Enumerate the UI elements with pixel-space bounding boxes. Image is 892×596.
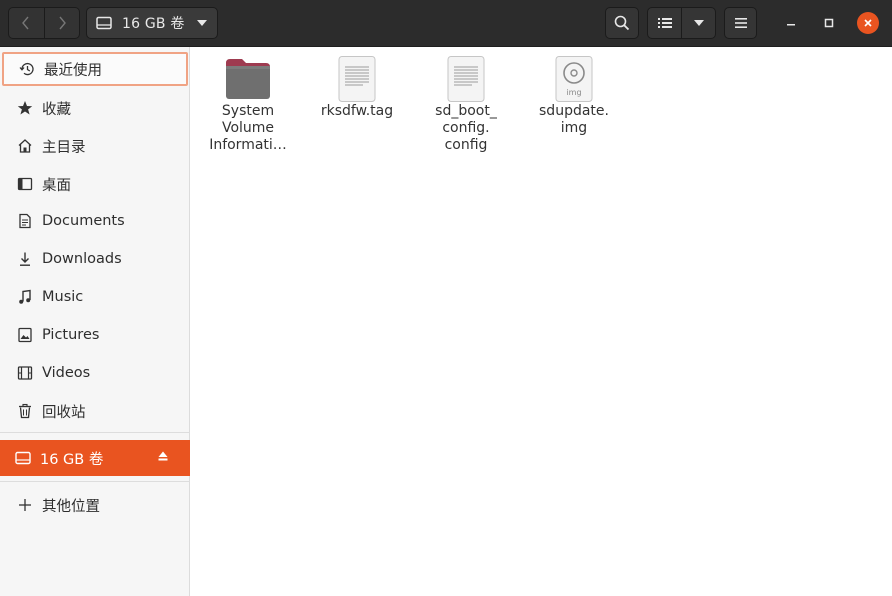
caret-down-icon <box>693 20 704 26</box>
sidebar-item-label: 16 GB 卷 <box>40 451 104 468</box>
file-name: System Volume Informati… <box>209 103 287 153</box>
sidebar-item-documents[interactable]: Documents <box>2 204 188 238</box>
text-file-icon <box>338 56 376 102</box>
search-button[interactable] <box>605 7 639 39</box>
sidebar-item-label: 回收站 <box>42 404 86 421</box>
sidebar-divider <box>0 432 190 433</box>
file-name: sdupdate. img <box>539 103 609 136</box>
file-name: rksdfw.tag <box>320 103 394 119</box>
pictures-icon <box>16 326 34 344</box>
caret-down-icon <box>197 20 207 26</box>
sidebar-item-desktop[interactable]: 桌面 <box>2 167 188 201</box>
star-icon <box>16 99 34 117</box>
sidebar-item-label: 桌面 <box>42 177 71 194</box>
sidebar-item-label: Music <box>42 289 84 305</box>
plus-icon <box>16 496 34 514</box>
file-name: sd_boot_ config. config <box>435 103 497 153</box>
header-bar: 16 GB 卷 <box>0 0 892 47</box>
recent-icon <box>18 60 36 78</box>
sidebar-item-music[interactable]: Music <box>2 280 188 314</box>
list-view-icon <box>657 18 672 28</box>
desktop-icon <box>16 175 34 193</box>
drive-icon <box>14 449 32 467</box>
eject-icon[interactable] <box>158 451 168 461</box>
main-menu-button[interactable] <box>724 7 757 39</box>
file-item[interactable]: img sdupdate. img <box>519 55 629 137</box>
path-bar-button[interactable]: 16 GB 卷 <box>86 7 218 39</box>
sidebar-item-label: 主目录 <box>42 139 86 156</box>
music-icon <box>16 288 34 306</box>
sidebar-item-label: Documents <box>42 213 125 229</box>
img-badge: img <box>566 88 581 97</box>
file-item[interactable]: sd_boot_ config. config <box>411 55 521 154</box>
sidebar-item-starred[interactable]: 收藏 <box>2 91 188 125</box>
disk-image-icon: img <box>555 56 593 102</box>
close-button[interactable] <box>857 12 879 34</box>
sidebar-divider <box>0 481 190 482</box>
documents-icon <box>16 212 34 230</box>
sidebar-item-downloads[interactable]: Downloads <box>2 242 188 276</box>
text-file-icon <box>447 56 485 102</box>
list-view-button[interactable] <box>648 8 681 38</box>
view-options-button[interactable] <box>681 8 715 38</box>
hamburger-menu-icon <box>734 18 747 28</box>
sidebar-item-other-locations[interactable]: 其他位置 <box>2 488 188 522</box>
drive-icon <box>96 16 112 30</box>
back-button[interactable] <box>9 8 44 38</box>
sidebar-item-videos[interactable]: Videos <box>2 356 188 390</box>
close-icon <box>864 19 872 27</box>
sidebar-item-label: Videos <box>42 365 91 381</box>
videos-icon <box>16 364 34 382</box>
sidebar-item-label: 其他位置 <box>42 498 100 515</box>
sidebar-item-home[interactable]: 主目录 <box>2 129 188 163</box>
sidebar-item-label: 最近使用 <box>44 62 102 79</box>
maximize-icon <box>824 18 834 28</box>
home-icon <box>16 137 34 155</box>
minimize-button[interactable] <box>780 12 802 34</box>
sidebar-item-recent[interactable]: 最近使用 <box>2 52 188 86</box>
trash-icon <box>16 402 34 420</box>
search-icon <box>614 15 630 31</box>
sidebar-item-label: 收藏 <box>42 101 71 118</box>
file-view: System Volume Informati… rksdfw.tag sd_b… <box>191 47 892 596</box>
navigation-buttons <box>8 7 80 39</box>
view-toggle-group <box>647 7 716 39</box>
sidebar-item-trash[interactable]: 回收站 <box>2 394 188 428</box>
chevron-left-icon <box>22 16 29 30</box>
sidebar-item-label: Pictures <box>42 327 100 343</box>
folder-icon <box>226 59 270 99</box>
maximize-button[interactable] <box>818 12 840 34</box>
chevron-right-icon <box>59 16 66 30</box>
minimize-icon <box>787 24 795 26</box>
file-item[interactable]: System Volume Informati… <box>193 55 303 154</box>
sidebar: 最近使用 收藏 主目录 桌面 Documents Downloads Music… <box>0 47 190 596</box>
path-label: 16 GB 卷 <box>122 16 185 32</box>
file-item[interactable]: rksdfw.tag <box>302 55 412 120</box>
sidebar-item-pictures[interactable]: Pictures <box>2 318 188 352</box>
sidebar-item-drive[interactable]: 16 GB 卷 <box>0 440 190 476</box>
downloads-icon <box>16 250 34 268</box>
forward-button[interactable] <box>43 8 80 38</box>
sidebar-item-label: Downloads <box>42 251 122 267</box>
